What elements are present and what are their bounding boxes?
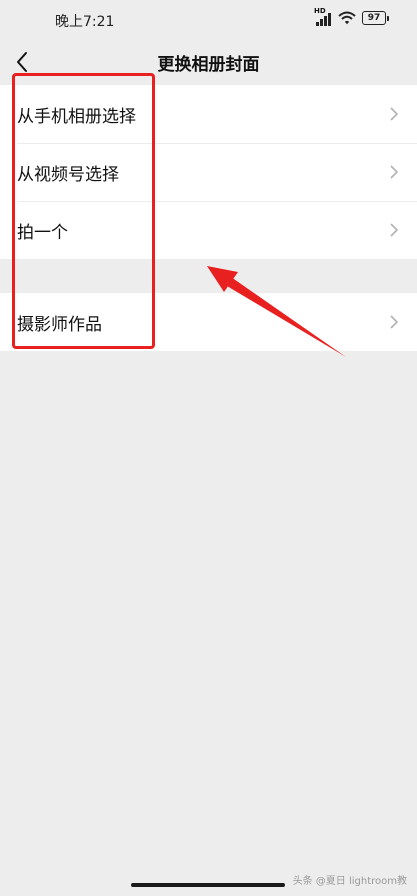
home-indicator bbox=[131, 883, 285, 887]
watermark: 头条 @夏日 lightroom教 bbox=[292, 876, 407, 887]
annotation-arrow bbox=[207, 266, 346, 357]
